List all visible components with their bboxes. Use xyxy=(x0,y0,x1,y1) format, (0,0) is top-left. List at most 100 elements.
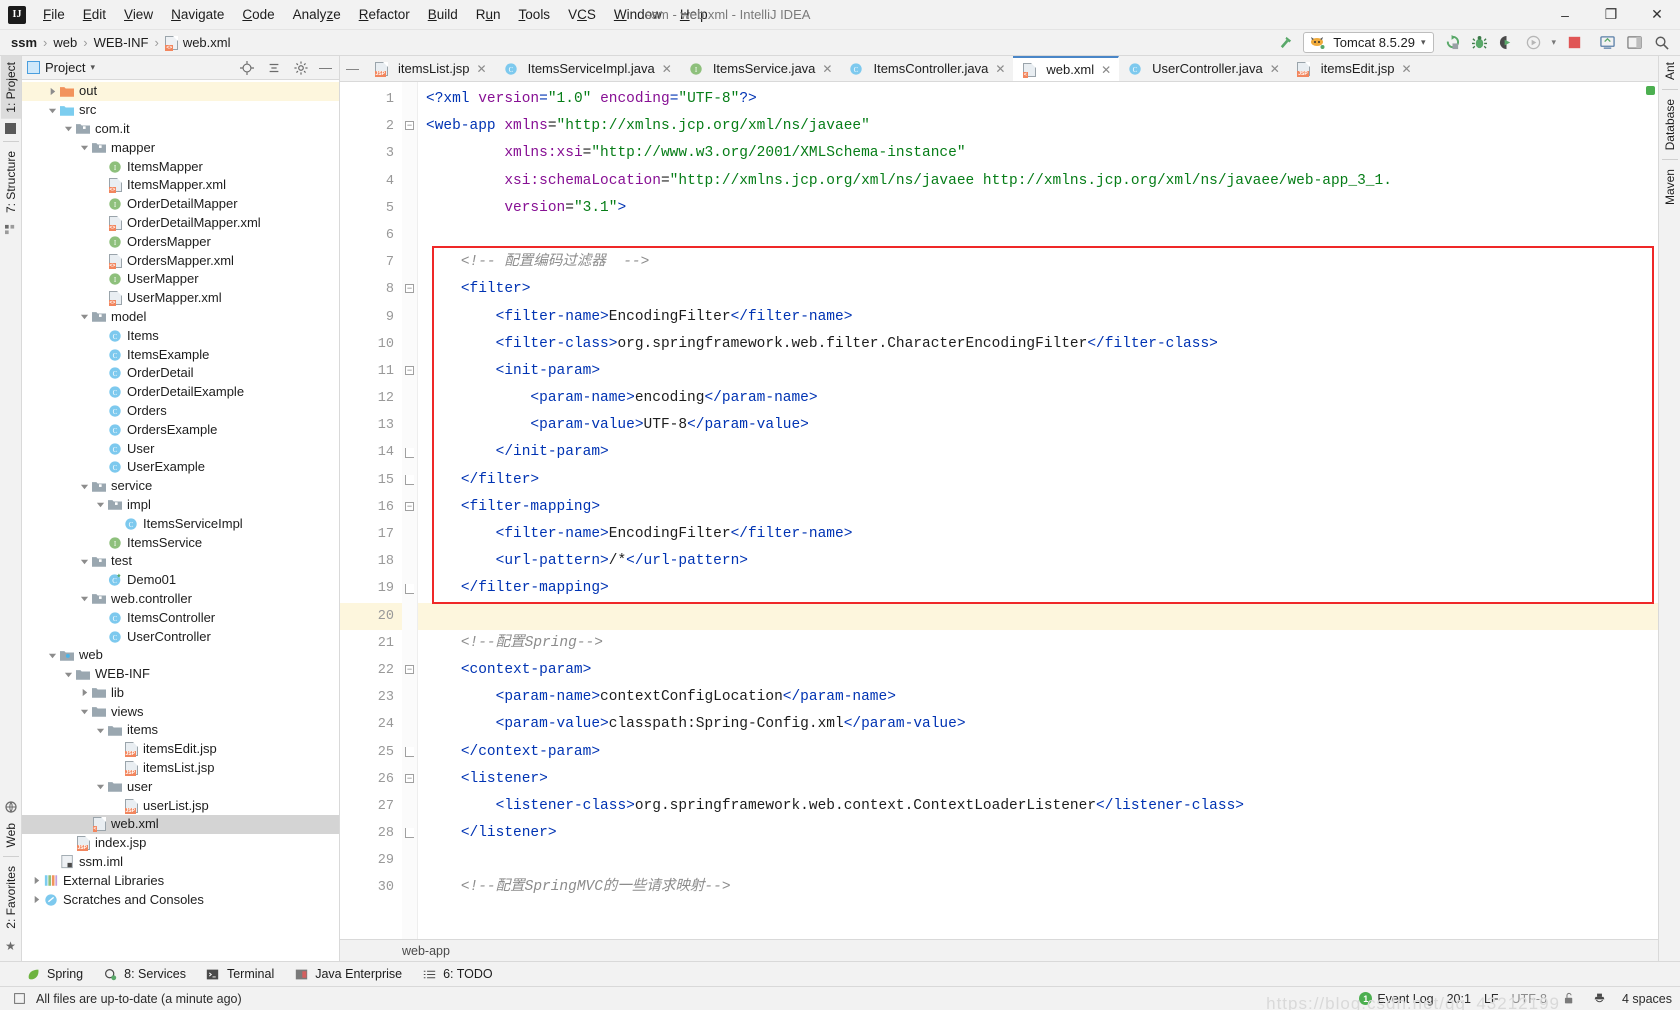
tree-twisty-expanded-icon[interactable] xyxy=(46,104,59,117)
menu-tools[interactable]: Tools xyxy=(510,3,560,27)
locate-icon[interactable] xyxy=(238,59,256,77)
tree-node-index-jsp[interactable]: JSP index.jsp xyxy=(22,834,339,853)
tree-node-mapper[interactable]: mapper xyxy=(22,138,339,157)
fold-gutter[interactable]: − − − − − − xyxy=(402,82,418,939)
minimize-button[interactable]: – xyxy=(1542,0,1588,30)
editor-tab-itemsservice-java[interactable]: I ItemsService.java ✕ xyxy=(680,56,841,81)
menu-file[interactable]: File xyxy=(34,3,74,27)
tool-window-structure[interactable]: 7: Structure xyxy=(1,145,21,219)
fold-toggle-icon[interactable]: − xyxy=(405,284,414,294)
menu-window[interactable]: Window xyxy=(605,3,671,27)
run-configuration-selector[interactable]: Tomcat 8.5.29 ▾ xyxy=(1303,32,1435,53)
tree-node-src[interactable]: src xyxy=(22,101,339,120)
code-line[interactable]: <param-name>encoding</param-name> xyxy=(418,385,1658,412)
bottom-tab-terminal[interactable]: Terminal xyxy=(204,965,274,983)
close-icon[interactable]: ✕ xyxy=(1401,62,1411,76)
code-line[interactable] xyxy=(418,847,1658,874)
code-line[interactable]: <param-value>classpath:Spring-Config.xml… xyxy=(418,711,1658,738)
fold-toggle-icon[interactable]: − xyxy=(405,502,414,511)
code-line[interactable]: <web-app xmlns="http://xmlns.jcp.org/xml… xyxy=(418,113,1658,140)
tree-node-com-it[interactable]: com.it xyxy=(22,120,339,139)
tree-node-ordersmapper[interactable]: I OrdersMapper xyxy=(22,232,339,251)
bottom-tab-services[interactable]: 8: Services xyxy=(101,965,186,983)
search-everywhere-icon[interactable] xyxy=(1652,34,1670,52)
menu-vcs[interactable]: VCS xyxy=(559,3,605,27)
menu-refactor[interactable]: Refactor xyxy=(350,3,419,27)
close-icon[interactable]: ✕ xyxy=(995,62,1005,76)
tree-twisty-collapsed-icon[interactable] xyxy=(30,893,43,906)
tree-twisty-expanded-icon[interactable] xyxy=(78,705,91,718)
code-line[interactable]: </context-param> xyxy=(418,739,1658,766)
code-line[interactable]: <context-param> xyxy=(418,657,1658,684)
code-line[interactable]: <listener-class>org.springframework.web.… xyxy=(418,793,1658,820)
file-encoding[interactable]: UTF-8 xyxy=(1512,992,1547,1006)
rerun-icon[interactable] xyxy=(1443,34,1461,52)
tree-node-orderdetailexample[interactable]: C OrderDetailExample xyxy=(22,383,339,402)
tree-node-user[interactable]: user xyxy=(22,777,339,796)
bottom-tab-java-enterprise[interactable]: Java Enterprise xyxy=(292,965,402,983)
unlocked-icon[interactable] xyxy=(1560,990,1578,1008)
maximize-button[interactable]: ❐ xyxy=(1588,0,1634,30)
tree-node-external-libraries[interactable]: External Libraries xyxy=(22,871,339,890)
tree-node-userexample[interactable]: C UserExample xyxy=(22,458,339,477)
editor-tab-itemscontroller-java[interactable]: C ItemsController.java ✕ xyxy=(840,56,1013,81)
breadcrumb-item-project[interactable]: ssm xyxy=(6,33,42,52)
tree-node-views[interactable]: views xyxy=(22,702,339,721)
indent-setting[interactable]: 4 spaces xyxy=(1622,992,1672,1006)
tree-node-test[interactable]: test xyxy=(22,552,339,571)
tree-twisty-expanded-icon[interactable] xyxy=(94,498,107,511)
tool-window-web[interactable]: Web xyxy=(1,817,21,853)
editor-tab-itemslist-jsp[interactable]: JSP itemsList.jsp ✕ xyxy=(365,56,495,81)
profile-dropdown-arrow[interactable]: ▾ xyxy=(1551,37,1556,48)
fold-toggle-icon[interactable]: − xyxy=(405,665,414,675)
code-line[interactable] xyxy=(418,222,1658,249)
fold-toggle-icon[interactable] xyxy=(405,474,414,485)
breadcrumb-item-webinf[interactable]: WEB-INF xyxy=(89,33,154,52)
stop-icon[interactable] xyxy=(1565,34,1583,52)
fold-toggle-icon[interactable] xyxy=(405,828,414,839)
profile-icon[interactable] xyxy=(1524,34,1542,52)
code-line[interactable]: <param-value>UTF-8</param-value> xyxy=(418,412,1658,439)
update-running-application-icon[interactable] xyxy=(1598,34,1616,52)
code-content[interactable]: <?xml version="1.0" encoding="UTF-8"?> <w… xyxy=(418,82,1658,939)
chevron-down-icon[interactable]: ▾ xyxy=(90,62,95,73)
inspection-status-ok-icon[interactable] xyxy=(1646,86,1655,95)
code-line[interactable]: <url-pattern>/*</url-pattern> xyxy=(418,548,1658,575)
tree-node-itemsserviceimpl[interactable]: C ItemsServiceImpl xyxy=(22,514,339,533)
menu-edit[interactable]: Edit xyxy=(74,3,115,27)
fold-toggle-icon[interactable] xyxy=(405,583,414,594)
tree-twisty-collapsed-icon[interactable] xyxy=(46,85,59,98)
tree-twisty-expanded-icon[interactable] xyxy=(62,668,75,681)
menu-view[interactable]: View xyxy=(115,3,162,27)
close-icon[interactable]: ✕ xyxy=(477,62,487,76)
tree-node-orderdetailmapper[interactable]: I OrderDetailMapper xyxy=(22,195,339,214)
menu-analyze[interactable]: Analyze xyxy=(284,3,350,27)
tree-node-userlist-jsp[interactable]: JSP userList.jsp xyxy=(22,796,339,815)
menu-bar[interactable]: File Edit View Navigate Code Analyze Ref… xyxy=(34,3,717,27)
event-log-button[interactable]: 1 Event Log xyxy=(1359,992,1434,1006)
tool-window-favorites[interactable]: 2: Favorites xyxy=(1,860,21,935)
tree-node-service[interactable]: service xyxy=(22,477,339,496)
breadcrumb-item-web[interactable]: web xyxy=(48,33,82,52)
tree-node-demo01[interactable]: C Demo01 xyxy=(22,571,339,590)
tree-node-itemsmapper[interactable]: I ItemsMapper xyxy=(22,157,339,176)
tree-node-usermapper-xml[interactable]: <> UserMapper.xml xyxy=(22,289,339,308)
tree-node-itemsexample[interactable]: C ItemsExample xyxy=(22,345,339,364)
tree-node-orderdetail[interactable]: C OrderDetail xyxy=(22,364,339,383)
tree-twisty-expanded-icon[interactable] xyxy=(94,780,107,793)
code-line[interactable]: <filter-mapping> xyxy=(418,494,1658,521)
project-tree[interactable]: out src com.it mapper I ItemsMapper <> ItemsMap… xyxy=(22,80,339,961)
gear-icon[interactable] xyxy=(292,59,310,77)
tree-node-ordersmapper-xml[interactable]: <> OrdersMapper.xml xyxy=(22,251,339,270)
tree-twisty-collapsed-icon[interactable] xyxy=(78,686,91,699)
code-line[interactable]: <filter-name>EncodingFilter</filter-name… xyxy=(418,521,1658,548)
line-separator[interactable]: LF xyxy=(1484,992,1499,1006)
fold-toggle-icon[interactable]: − xyxy=(405,121,414,131)
close-button[interactable]: ✕ xyxy=(1634,0,1680,30)
tree-node-web[interactable]: web xyxy=(22,646,339,665)
code-line[interactable] xyxy=(418,602,1658,630)
tree-node-user[interactable]: C User xyxy=(22,439,339,458)
bottom-tab-spring[interactable]: Spring xyxy=(24,965,83,983)
tree-node-usermapper[interactable]: I UserMapper xyxy=(22,270,339,289)
tool-window-database[interactable]: Database xyxy=(1660,93,1680,156)
